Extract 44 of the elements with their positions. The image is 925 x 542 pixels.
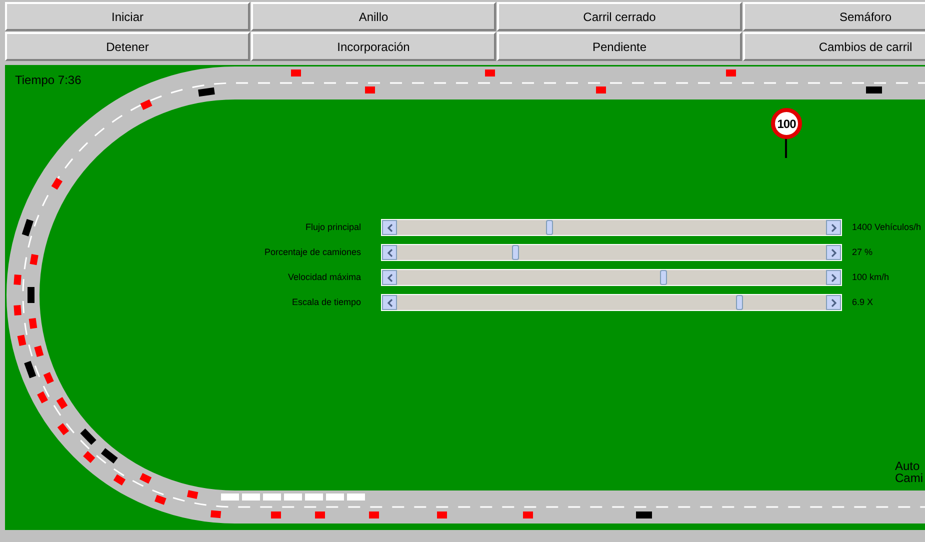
chevron-right-icon (830, 298, 836, 306)
legend-label: Auto (895, 460, 921, 472)
speed-limit-sign: 100 (771, 108, 802, 139)
chevron-right-icon (830, 248, 836, 256)
slider-label: Porcentaje de camiones (263, 246, 361, 259)
slider-label: Flujo principal (304, 220, 361, 234)
scrollbar-track[interactable] (381, 244, 842, 261)
toolbar-button[interactable]: Cambios de carril (743, 32, 925, 61)
scroll-right-button[interactable] (826, 220, 841, 235)
scrollbar-thumb[interactable] (660, 270, 667, 285)
time-label: Tiempo 7:36 (15, 72, 82, 89)
toolbar-button[interactable]: Anillo (251, 2, 496, 31)
scrollbar-track[interactable] (381, 294, 842, 311)
scroll-right-button[interactable] (826, 245, 841, 260)
chevron-left-icon (386, 224, 392, 232)
slider-label: Escala de tiempo (290, 296, 361, 309)
chevron-right-icon (830, 274, 836, 282)
scroll-left-button[interactable] (382, 245, 397, 260)
toolbar-button[interactable]: Semáforo (743, 2, 925, 31)
slider-value: 6.9 X (852, 296, 874, 309)
scrollbar-thumb[interactable] (546, 220, 553, 235)
scroll-left-button[interactable] (382, 295, 397, 310)
toolbar-button[interactable]: Iniciar (5, 2, 250, 31)
chevron-left-icon (386, 298, 392, 306)
toolbar-button[interactable]: Pendiente (497, 32, 742, 61)
chevron-right-icon (830, 224, 836, 232)
legend-label: Cami (895, 472, 924, 484)
slider-value: 1400 Vehículos/h (852, 220, 922, 234)
toolbar-button[interactable]: Incorporación (251, 32, 496, 61)
scroll-left-button[interactable] (382, 270, 397, 285)
toolbar-button[interactable]: Detener (5, 32, 250, 61)
slider-label: Velocidad máxima (286, 270, 361, 284)
scrollbar-thumb[interactable] (736, 295, 743, 310)
scroll-right-button[interactable] (826, 295, 841, 310)
scrollbar-track[interactable] (381, 269, 842, 286)
scroll-right-button[interactable] (826, 270, 841, 285)
scroll-left-button[interactable] (382, 220, 397, 235)
chevron-left-icon (386, 274, 392, 282)
chevron-left-icon (386, 248, 392, 256)
slider-value: 27 % (852, 246, 873, 259)
scrollbar-thumb[interactable] (512, 245, 519, 260)
toolbar-button[interactable]: Carril cerrado (497, 2, 742, 31)
scrollbar-track[interactable] (381, 219, 842, 236)
slider-value: 100 km/h (852, 270, 890, 284)
